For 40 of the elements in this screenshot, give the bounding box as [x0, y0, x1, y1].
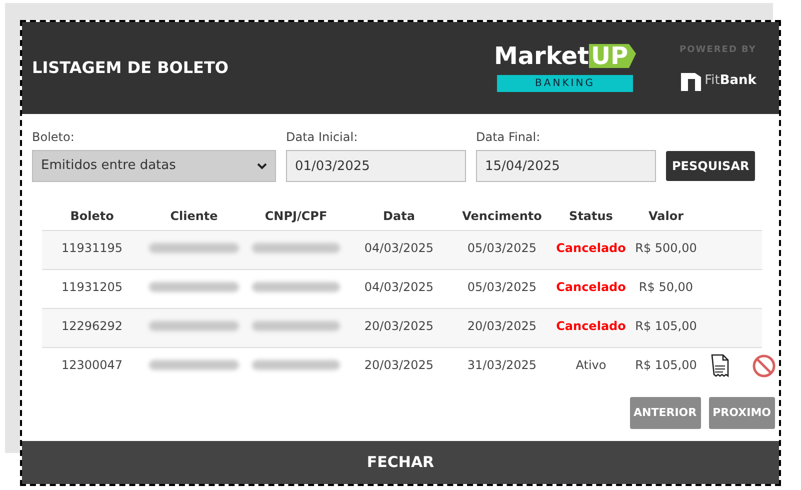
table-cell-text: R$ 500,00 [635, 240, 697, 257]
table-cell-text: 04/03/2025 [364, 279, 434, 296]
table-cell-text: 04/03/2025 [364, 240, 434, 257]
table-cell-text: 20/03/2025 [364, 357, 434, 374]
date-field[interactable]: 01/03/2025 [286, 150, 466, 182]
table-cell-text: 20/03/2025 [364, 318, 434, 335]
column-header: CNPJ/CPF [264, 208, 328, 225]
table-cell-text: 11931205 [61, 279, 123, 296]
status-text: Cancelado [556, 240, 626, 257]
logo-tagline: BANKING [497, 75, 633, 92]
table-cell-text: 11931195 [61, 240, 123, 257]
column-header: Status [569, 208, 613, 225]
close-button[interactable]: FECHAR [22, 441, 779, 484]
logo-text: Market [494, 44, 589, 68]
table-cell-text: 05/03/2025 [467, 240, 537, 257]
table-cell-text: R$ 50,00 [638, 279, 694, 296]
status-text: Cancelado [556, 318, 626, 335]
table-cell-text: 05/03/2025 [467, 279, 537, 296]
field-label: Data Final: [476, 129, 542, 146]
column-header: Vencimento [462, 208, 542, 225]
logo-highlight: UP [588, 44, 636, 68]
table-cell-text: 20/03/2025 [467, 318, 537, 335]
table-cell-text: R$ 105,00 [635, 357, 697, 374]
column-header: Data [383, 208, 415, 225]
status-text: Cancelado [556, 279, 626, 296]
date-field[interactable]: 15/04/2025 [476, 150, 656, 182]
column-header: Cliente [170, 208, 218, 225]
search-button[interactable]: PESQUISAR [666, 151, 756, 181]
status-text: Ativo [576, 357, 606, 374]
column-header: Boleto [70, 208, 114, 225]
dialog-title: LISTAGEM DE BOLETO [32, 57, 230, 79]
fitbank-logo: FitBank [680, 70, 756, 92]
field-label: Boleto: [32, 129, 76, 146]
table-cell-text: R$ 105,00 [635, 318, 697, 335]
table-cell-text: 31/03/2025 [467, 357, 537, 374]
boleto-select[interactable]: Emitidos entre datas [32, 150, 276, 182]
field-label: Data Inicial: [286, 129, 359, 146]
table-cell-text: 12296292 [61, 318, 123, 335]
table-cell-text: 12300047 [61, 357, 123, 374]
column-header: Valor [648, 208, 684, 225]
